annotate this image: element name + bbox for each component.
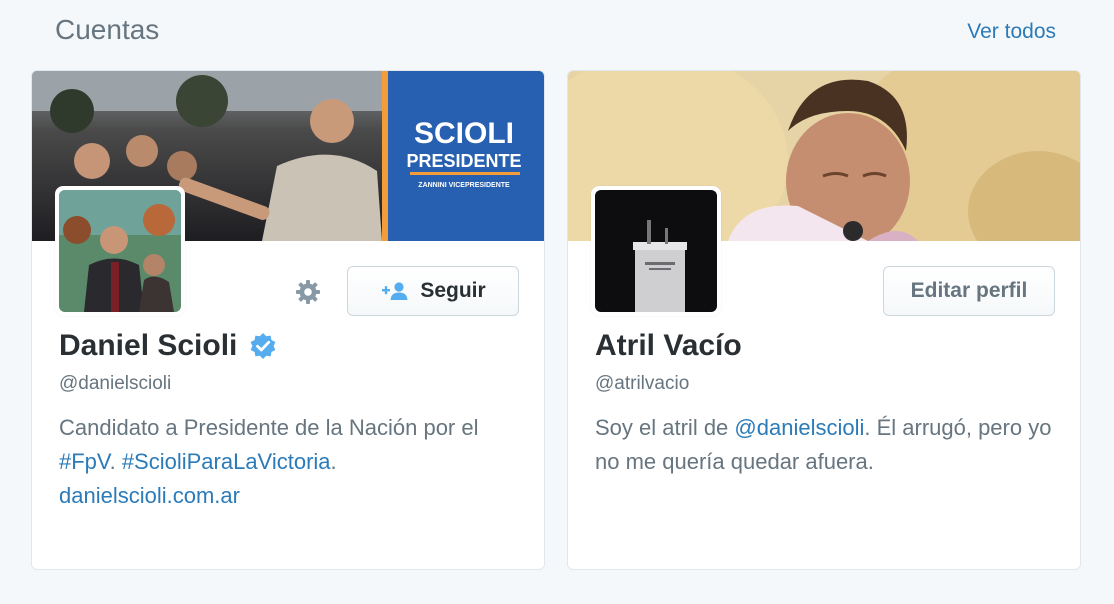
bio: Soy el atril de @danielscioli. Él arrugó… xyxy=(595,411,1065,479)
bio: Candidato a Presidente de la Nación por … xyxy=(59,411,529,513)
banner-line2: PRESIDENTE xyxy=(406,151,521,171)
bio-text: Candidato a Presidente de la Nación por … xyxy=(59,415,479,440)
website-link[interactable]: danielscioli.com.ar xyxy=(59,483,240,508)
banner-line3: ZANNINI VICEPRESIDENTE xyxy=(418,182,510,189)
view-all-link[interactable]: Ver todos xyxy=(967,20,1056,44)
settings-gear-icon[interactable] xyxy=(290,274,326,310)
avatar[interactable] xyxy=(591,186,721,316)
section-header: Cuentas Ver todos xyxy=(0,0,1114,70)
banner-line1: SCIOLI xyxy=(414,117,514,150)
verified-badge-icon xyxy=(249,332,277,360)
username[interactable]: @atrilvacio xyxy=(595,373,689,395)
username[interactable]: @danielscioli xyxy=(59,373,171,395)
display-name[interactable]: Atril Vacío xyxy=(595,329,742,363)
add-user-icon xyxy=(380,281,410,301)
follow-label: Seguir xyxy=(420,279,486,302)
hashtag-link[interactable]: #FpV xyxy=(59,449,110,474)
section-title: Cuentas xyxy=(55,14,160,45)
profile-card-atrilvacio[interactable]: Editar perfil Atril Vacío @atrilvacio So… xyxy=(567,70,1081,570)
avatar-image xyxy=(59,190,181,312)
display-name-text: Atril Vacío xyxy=(595,329,742,362)
avatar-image xyxy=(595,190,717,312)
hashtag-link[interactable]: #ScioliParaLaVictoria xyxy=(122,449,331,474)
display-name-text: Daniel Scioli xyxy=(59,329,238,362)
edit-profile-button[interactable]: Editar perfil xyxy=(883,266,1055,316)
avatar[interactable] xyxy=(55,186,185,316)
bio-text: . xyxy=(330,449,337,474)
follow-button[interactable]: Seguir xyxy=(347,266,519,316)
bio-text: . xyxy=(109,449,122,474)
edit-profile-label: Editar perfil xyxy=(910,279,1028,302)
bio-text: Soy el atril de xyxy=(595,415,735,440)
display-name[interactable]: Daniel Scioli xyxy=(59,329,277,363)
profile-card-danielscioli[interactable]: SCIOLI PRESIDENTE ZANNINI VICEPRESIDENTE xyxy=(31,70,545,570)
mention-link[interactable]: @danielscioli xyxy=(734,415,864,440)
